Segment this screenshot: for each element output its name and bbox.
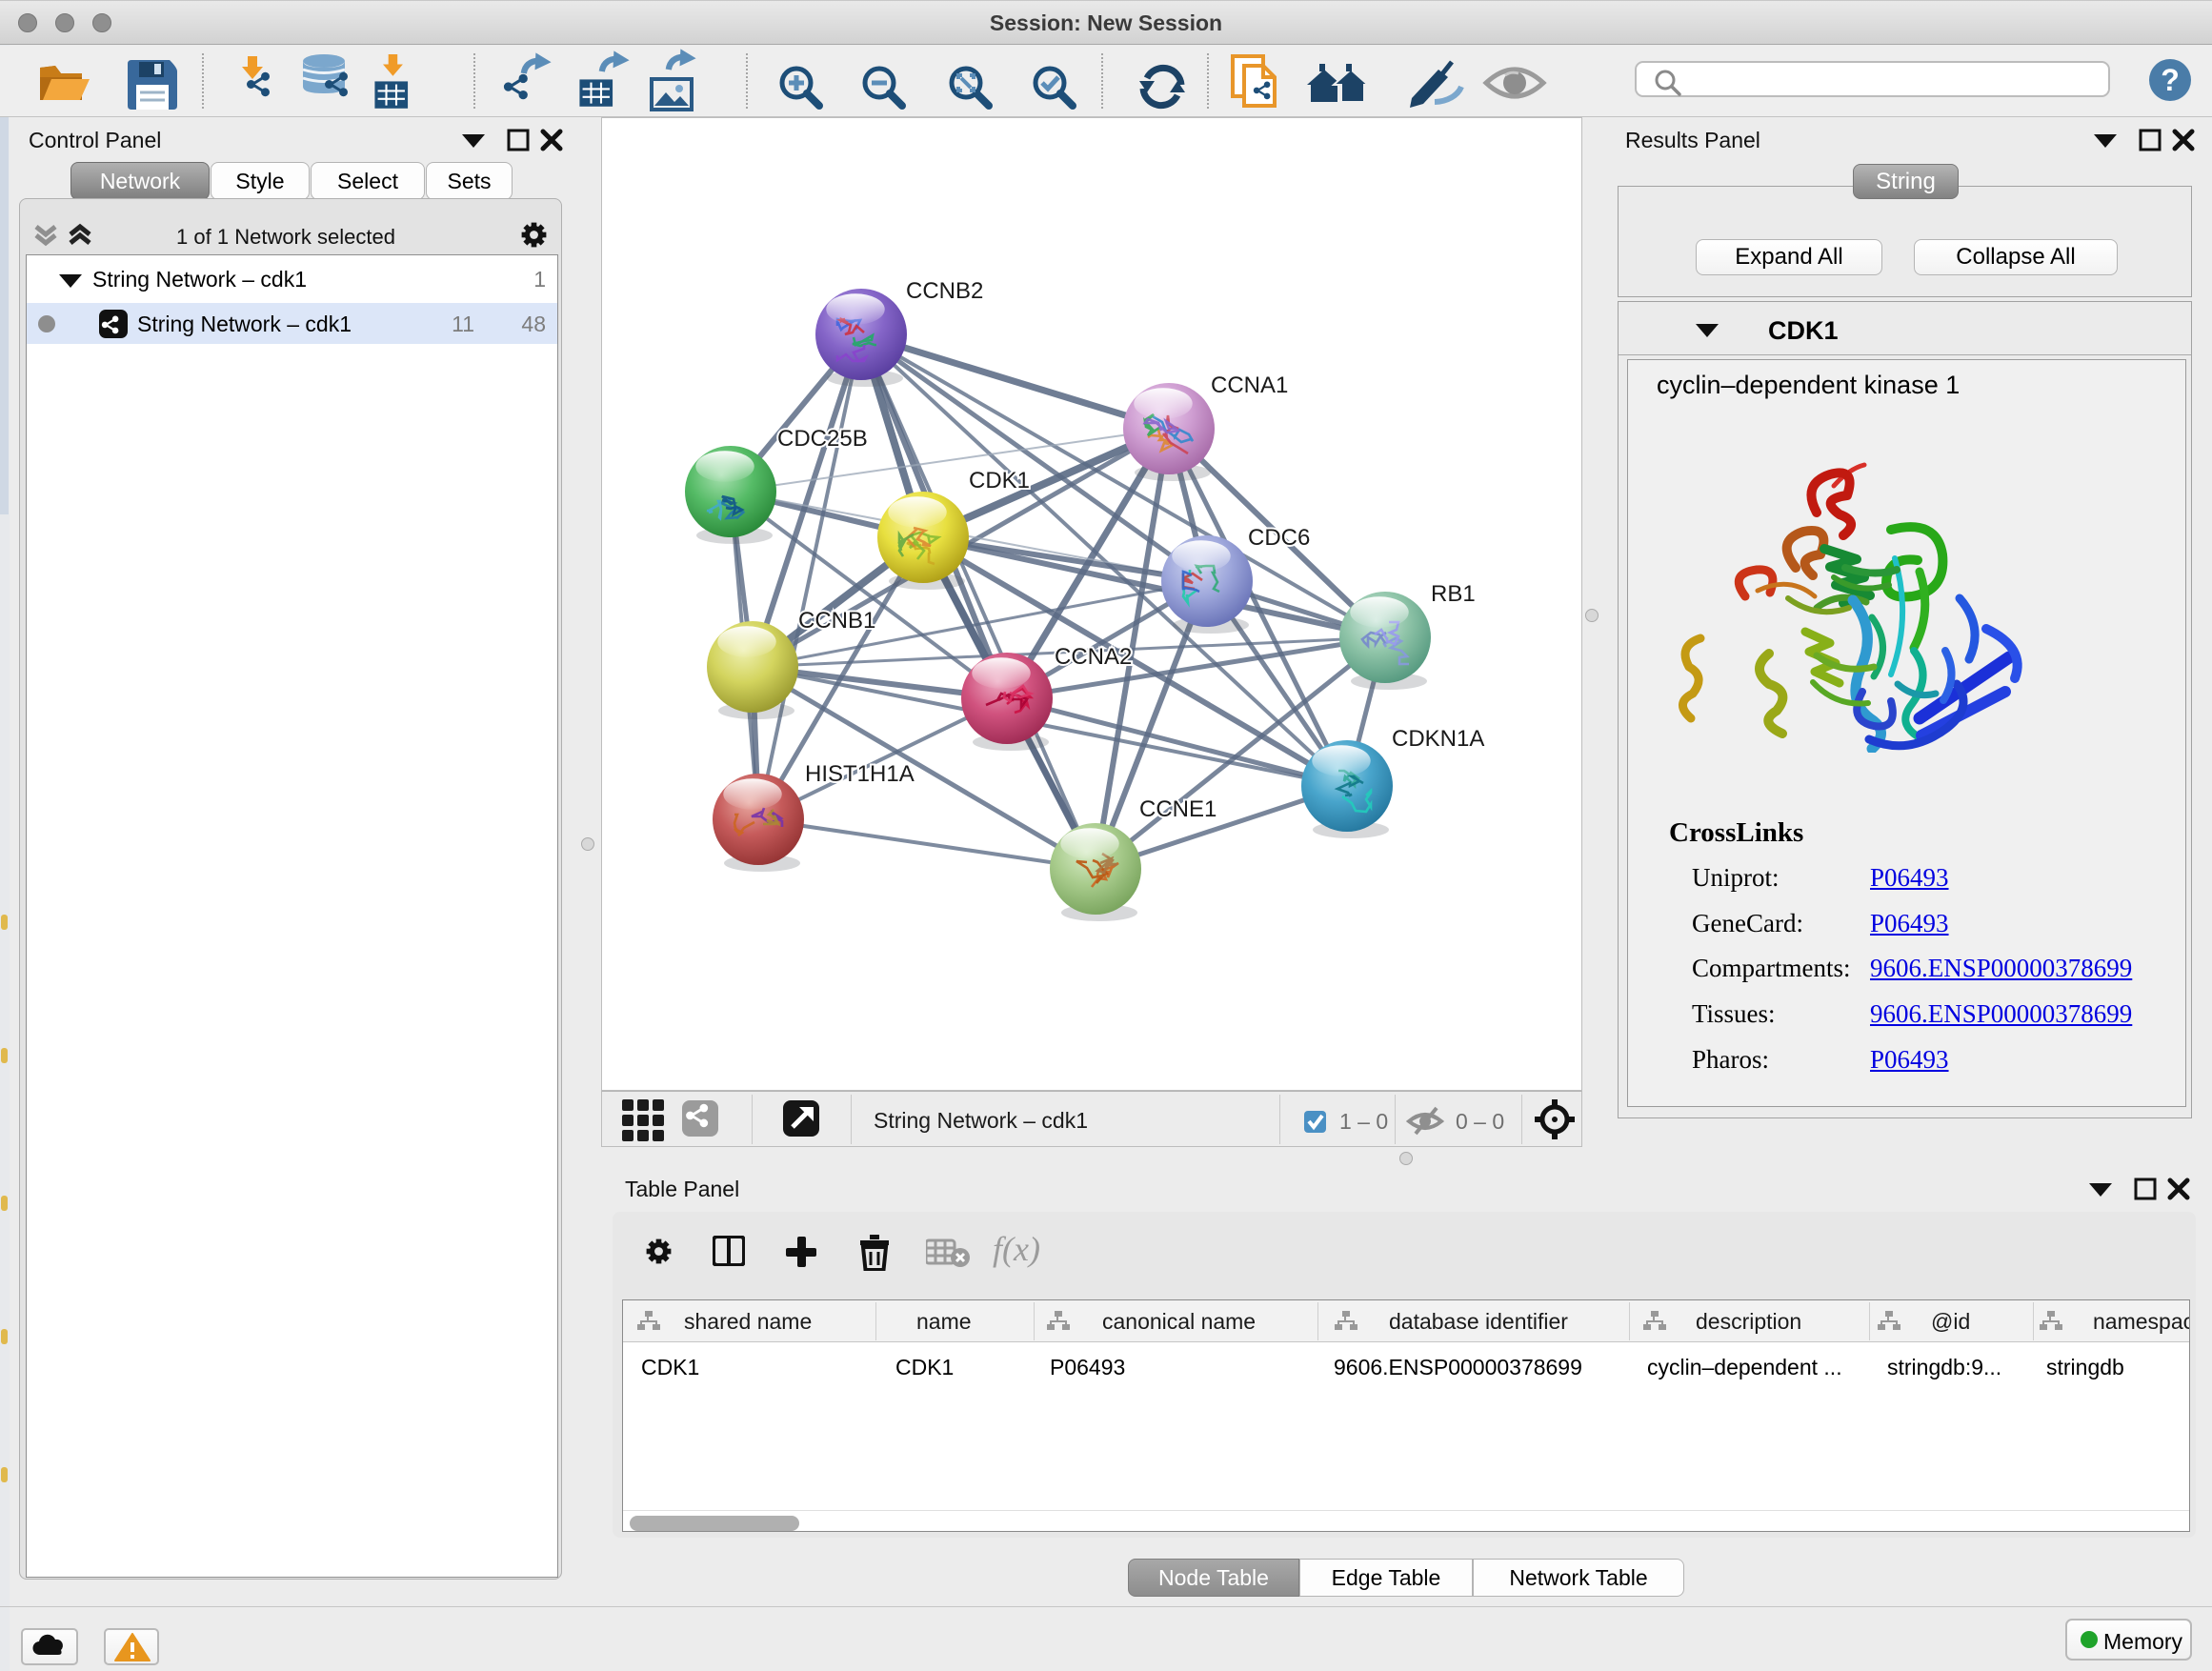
svg-text:CDC6: CDC6 [1248,525,1310,551]
svg-text:CCNE1: CCNE1 [1139,796,1217,822]
svg-text:CCNB1: CCNB1 [798,608,875,634]
svg-text:CCNA2: CCNA2 [1055,644,1132,670]
svg-text:RB1: RB1 [1431,581,1476,607]
svg-text:CDKN1A: CDKN1A [1392,726,1484,752]
svg-text:CDK1: CDK1 [969,468,1030,493]
svg-text:HIST1H1A: HIST1H1A [805,761,915,787]
svg-text:CCNA1: CCNA1 [1211,372,1288,398]
svg-text:CDC25B: CDC25B [777,426,868,452]
svg-text:CCNB2: CCNB2 [906,278,983,304]
